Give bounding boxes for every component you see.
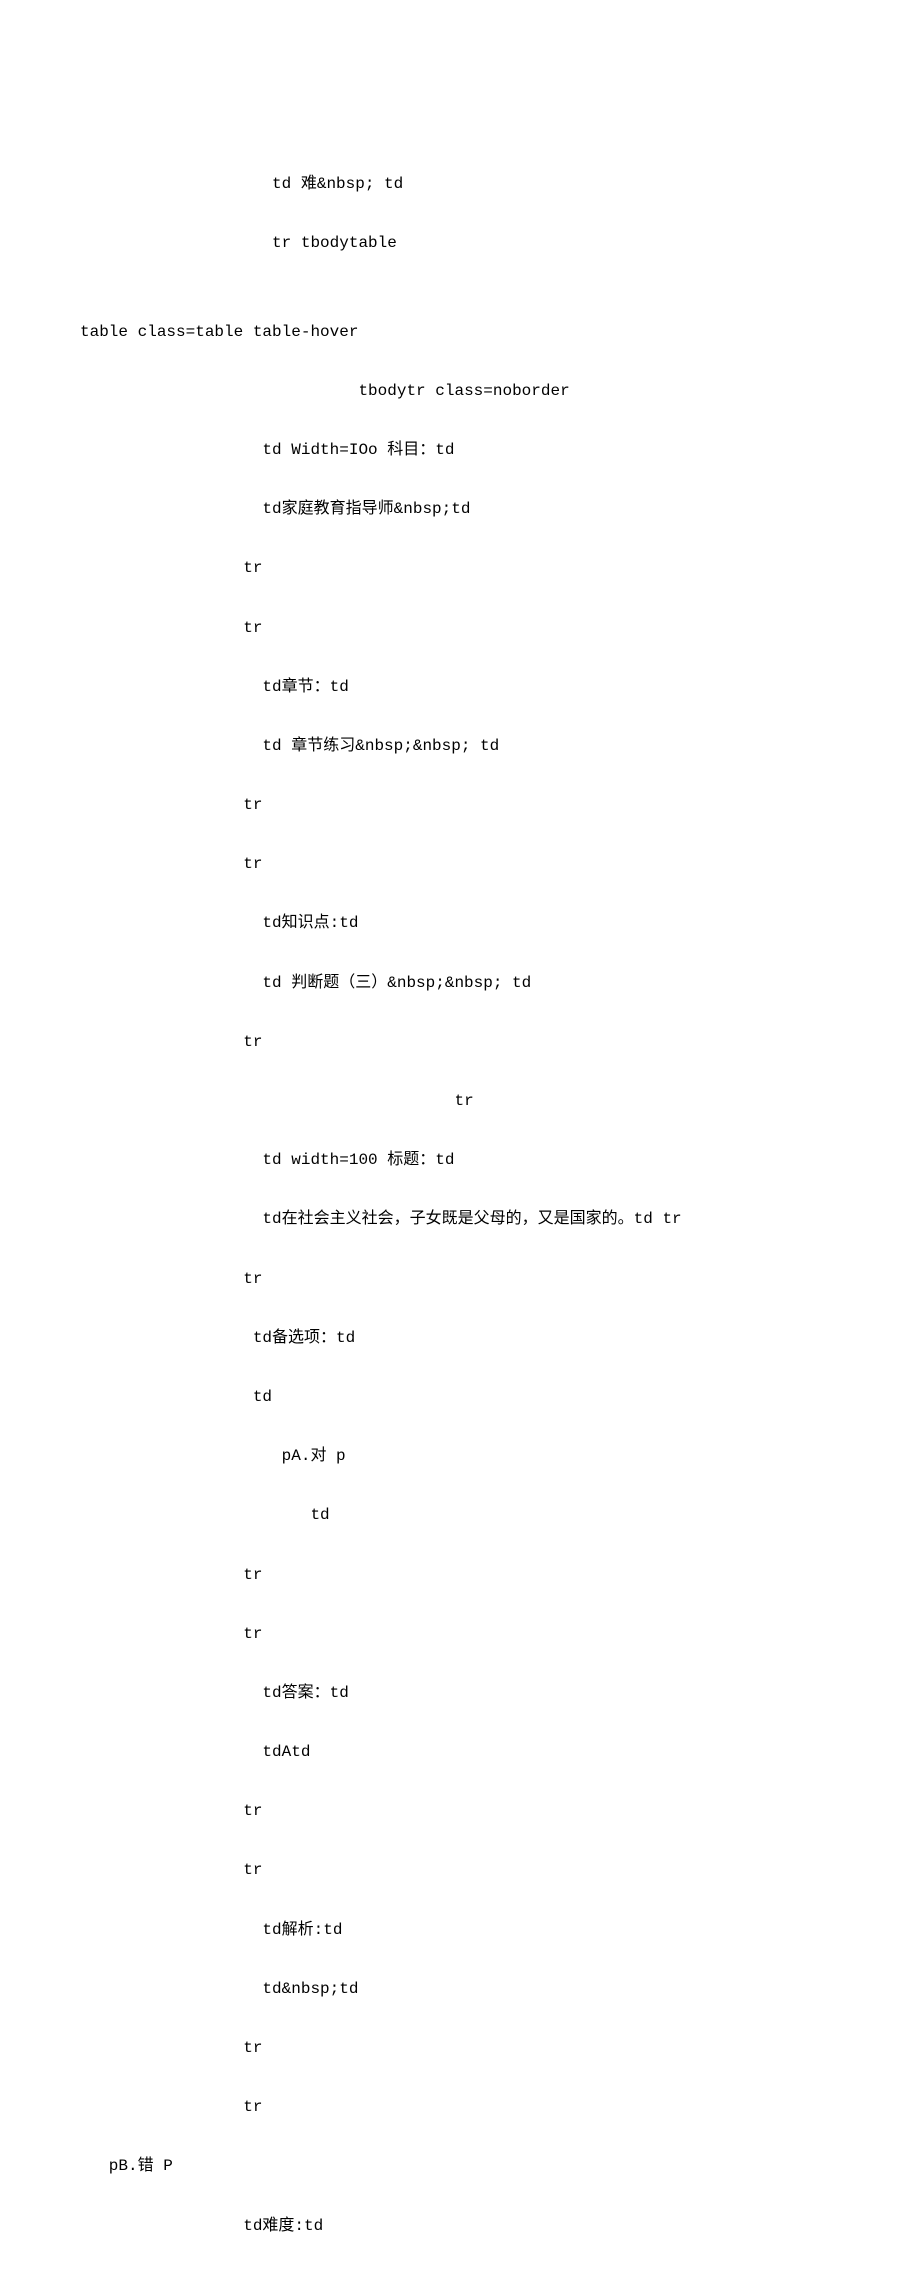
text-line: td 难&nbsp; td xyxy=(80,170,840,200)
text-line: td在社会主义社会，子女既是父母的，又是国家的。td tr xyxy=(80,1205,840,1235)
text-line: td 章节练习&nbsp;&nbsp; td xyxy=(80,732,840,762)
text-line: td xyxy=(80,1501,840,1531)
text-line: td 判断题（三）&nbsp;&nbsp; td xyxy=(80,969,840,999)
document-page: td 难&nbsp; td tr tbodytable table class=… xyxy=(0,0,920,2271)
text-line: tr xyxy=(80,1265,840,1295)
text-line: tr xyxy=(80,1856,840,1886)
text-line: tr xyxy=(80,850,840,880)
text-line: td知识点:td xyxy=(80,909,840,939)
text-line: pB.错 P xyxy=(80,2152,840,2182)
text-line: tr xyxy=(80,1561,840,1591)
text-line: td难度:td xyxy=(80,2212,840,2242)
text-line: tr xyxy=(80,2093,840,2123)
text-line: tbodytr class=noborder xyxy=(80,377,840,407)
text-line: td width=100 标题：td xyxy=(80,1146,840,1176)
text-line: tdAtd xyxy=(80,1738,840,1768)
text-line: td&nbsp;td xyxy=(80,1975,840,2005)
text-line: td答案：td xyxy=(80,1679,840,1709)
text-line: td备选项：td xyxy=(80,1324,840,1354)
text-line: td家庭教育指导师&nbsp;td xyxy=(80,495,840,525)
text-line: tr xyxy=(80,614,840,644)
text-line: td Width=IOo 科目：td xyxy=(80,436,840,466)
text-line: tr xyxy=(80,1797,840,1827)
text-line: td解析:td xyxy=(80,1916,840,1946)
text-line: tr xyxy=(80,1620,840,1650)
text-line: tr xyxy=(80,791,840,821)
text-line: td章节：td xyxy=(80,673,840,703)
text-line: tr xyxy=(80,1028,840,1058)
text-line: table class=table table-hover xyxy=(80,318,840,348)
text-line: td xyxy=(80,1383,840,1413)
text-line: tr tbodytable xyxy=(80,229,840,259)
text-line: tr xyxy=(80,1087,840,1117)
text-line: pA.对 p xyxy=(80,1442,840,1472)
text-line: tr xyxy=(80,554,840,584)
text-line: tr xyxy=(80,2034,840,2064)
